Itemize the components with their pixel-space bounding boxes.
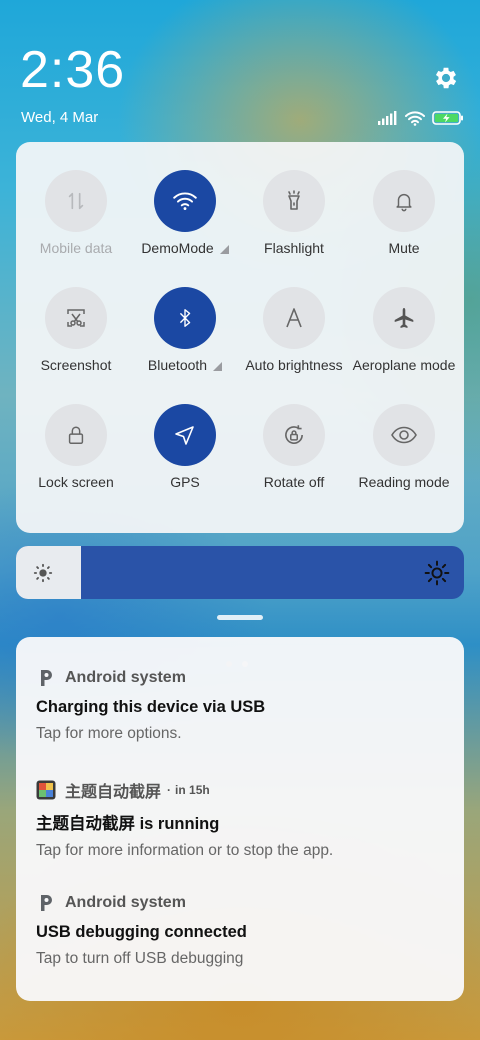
- location-icon: [175, 426, 194, 445]
- clock-time[interactable]: 2:36: [20, 40, 125, 100]
- airplane-icon: [394, 308, 414, 328]
- android-system-icon: [41, 895, 52, 911]
- tile-label: Aeroplane mode: [352, 357, 456, 373]
- tile-mobile-data[interactable]: Mobile data: [20, 170, 132, 270]
- tile-reading-mode[interactable]: Reading mode: [348, 404, 460, 504]
- notification-app-name: Android system: [65, 669, 186, 686]
- tile-lock-screen[interactable]: Lock screen: [20, 404, 132, 504]
- menu-triangle-icon: [213, 361, 223, 371]
- notification-body: Tap to turn off USB debugging: [36, 950, 244, 967]
- lock-icon: [68, 426, 84, 444]
- notification-panel: Android system Charging this device via …: [16, 637, 464, 1001]
- screenshot-icon: [67, 309, 85, 327]
- notification-separator: ·: [167, 783, 172, 797]
- rotate-lock-icon: [285, 425, 303, 444]
- menu-triangle-icon: [219, 244, 229, 254]
- brightness-low-icon: [33, 563, 53, 583]
- tile-label: DemoMode: [141, 240, 214, 256]
- tile-label: Screenshot: [40, 357, 112, 373]
- notification-app-name: 主题自动截屏: [65, 784, 162, 801]
- signal-icon: [378, 111, 397, 125]
- tile-label: GPS: [170, 474, 200, 490]
- app-thumbnail-icon: [36, 780, 56, 800]
- notification-body: Tap for more information or to stop the …: [36, 842, 334, 859]
- quick-settings-panel: Mobile data DemoMode Flashlight Mute Scr…: [16, 142, 464, 667]
- notification-item[interactable]: 主题自动截屏 · in 15h 主题自动截屏 is running Tap fo…: [36, 778, 446, 860]
- bluetooth-icon: [179, 309, 191, 327]
- tile-label: Rotate off: [263, 474, 325, 490]
- tile-label: Bluetooth: [147, 357, 208, 373]
- tile-rotate-off[interactable]: Rotate off: [238, 404, 350, 504]
- notification-title: 主题自动截屏 is running: [36, 815, 220, 833]
- drag-handle[interactable]: [217, 615, 263, 620]
- tile-label: Reading mode: [358, 474, 450, 490]
- notification-time: in 15h: [175, 783, 210, 797]
- notification-item[interactable]: Android system Charging this device via …: [36, 666, 446, 743]
- mobile-data-icon: [68, 192, 84, 210]
- date-label[interactable]: Wed, 4 Mar: [21, 109, 98, 126]
- gear-icon[interactable]: [432, 64, 460, 92]
- tile-bluetooth[interactable]: Bluetooth: [129, 287, 241, 387]
- battery-charging-icon: [432, 111, 463, 125]
- wifi-icon: [405, 110, 425, 126]
- android-system-icon: [41, 670, 52, 686]
- flashlight-icon: [288, 190, 300, 210]
- notification-title: Charging this device via USB: [36, 698, 266, 716]
- notification-body: Tap for more options.: [36, 725, 182, 742]
- tile-screenshot[interactable]: Screenshot: [20, 287, 132, 387]
- tile-auto-brightness[interactable]: Auto brightness: [238, 287, 350, 387]
- tile-label: Auto brightness: [245, 357, 343, 373]
- tile-gps[interactable]: GPS: [129, 404, 241, 504]
- tile-label: Flashlight: [264, 240, 324, 256]
- tile-mute[interactable]: Mute: [348, 170, 460, 270]
- status-bar-icons: [378, 108, 464, 128]
- tile-label: Lock screen: [38, 474, 114, 490]
- notification-item[interactable]: Android system USB debugging connected T…: [36, 891, 446, 968]
- tile-demomode[interactable]: DemoMode: [129, 170, 241, 270]
- tile-flashlight[interactable]: Flashlight: [238, 170, 350, 270]
- notification-title: USB debugging connected: [36, 923, 247, 941]
- tile-label: Mobile data: [39, 240, 113, 256]
- tile-label: Mute: [388, 240, 420, 256]
- brightness-high-icon: [424, 560, 450, 586]
- wifi-icon: [173, 192, 197, 210]
- notification-app-name: Android system: [65, 894, 186, 911]
- bell-icon: [396, 193, 412, 212]
- brightness-slider[interactable]: [16, 546, 464, 599]
- tile-aeroplane-mode[interactable]: Aeroplane mode: [348, 287, 460, 387]
- auto-brightness-icon: [286, 308, 302, 328]
- eye-icon: [391, 426, 417, 444]
